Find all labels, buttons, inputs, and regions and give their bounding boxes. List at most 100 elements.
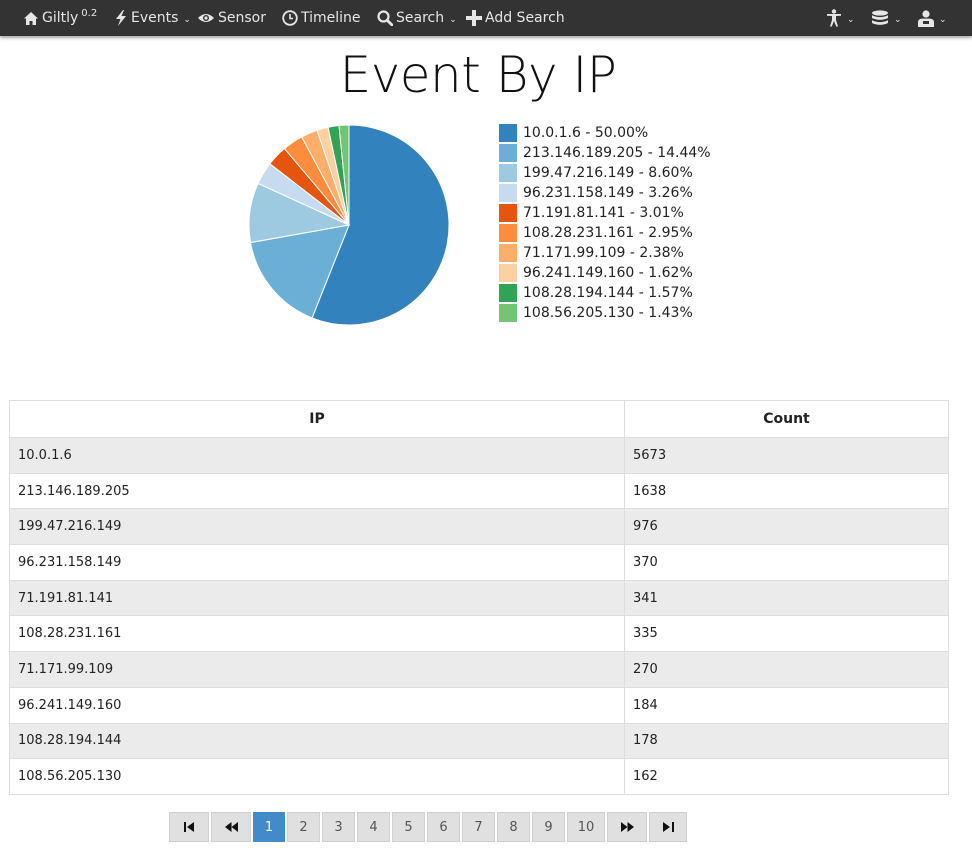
legend-item: 199.47.216.149 - 8.60% xyxy=(499,163,711,183)
legend-label: 71.191.81.141 - 3.01% xyxy=(523,205,684,221)
page-title: Event By IP xyxy=(339,46,617,104)
count-cell: 162 xyxy=(624,758,949,795)
legend-swatch xyxy=(499,144,517,162)
last-page-button[interactable] xyxy=(649,812,687,842)
search-icon xyxy=(377,10,393,26)
legend-item: 96.241.149.160 - 1.62% xyxy=(499,263,711,283)
legend-item: 108.56.205.130 - 1.43% xyxy=(499,303,711,323)
next-page-icon xyxy=(620,822,634,832)
next-page-button[interactable] xyxy=(607,812,647,842)
ip-cell: 108.28.231.161 xyxy=(9,615,625,653)
table-header-row: IP Count xyxy=(9,400,949,438)
database-dropdown[interactable]: ⌄ xyxy=(871,0,902,36)
chevron-down-icon: ⌄ xyxy=(449,15,457,25)
database-icon xyxy=(872,10,888,25)
table-row: 108.28.231.161 335 xyxy=(9,615,949,653)
legend-swatch xyxy=(499,304,517,322)
legend-label: 199.47.216.149 - 8.60% xyxy=(523,165,693,181)
sensor-link[interactable]: Sensor xyxy=(197,0,266,36)
events-label: Events xyxy=(131,10,179,26)
ip-cell: 199.47.216.149 xyxy=(9,508,625,546)
count-cell: 1638 xyxy=(624,472,949,510)
search-label: Search xyxy=(396,10,445,26)
legend-label: 96.231.158.149 - 3.26% xyxy=(523,185,693,201)
first-page-button[interactable] xyxy=(169,812,209,842)
legend-label: 10.0.1.6 - 50.00% xyxy=(523,125,649,141)
legend-swatch xyxy=(499,244,517,262)
legend-label: 96.241.149.160 - 1.62% xyxy=(523,265,693,281)
legend-item: 71.171.99.109 - 2.38% xyxy=(499,243,711,263)
chart-legend: 10.0.1.6 - 50.00% 213.146.189.205 - 14.44… xyxy=(499,123,711,323)
legend-label: 108.56.205.130 - 1.43% xyxy=(523,305,693,321)
ip-cell: 71.191.81.141 xyxy=(9,579,625,617)
chevron-down-icon: ⌄ xyxy=(847,15,855,25)
ip-cell: 71.171.99.109 xyxy=(9,651,625,688)
brand-link[interactable]: Giltly 0.2 xyxy=(23,0,97,36)
count-column-header[interactable]: Count xyxy=(624,400,949,438)
legend-item: 108.28.231.161 - 2.95% xyxy=(499,223,711,243)
top-navbar: Giltly 0.2 Events ⌄ Sensor Timeline Searc… xyxy=(0,0,972,36)
lightning-icon xyxy=(116,10,126,26)
page-button-8[interactable]: 8 xyxy=(497,812,530,842)
ip-cell: 96.241.149.160 xyxy=(9,686,625,724)
person-icon xyxy=(827,9,841,27)
previous-page-button[interactable] xyxy=(211,812,251,842)
page-button-2[interactable]: 2 xyxy=(287,812,320,842)
count-cell: 178 xyxy=(624,722,949,760)
table-row: 108.56.205.130 162 xyxy=(9,758,949,795)
table-row: 96.231.158.149 370 xyxy=(9,544,949,581)
page-button-1[interactable]: 1 xyxy=(253,812,285,842)
table-row: 10.0.1.6 5673 xyxy=(9,437,949,474)
page-button-10[interactable]: 10 xyxy=(567,812,605,842)
table-row: 96.241.149.160 184 xyxy=(9,686,949,724)
legend-item: 71.191.81.141 - 3.01% xyxy=(499,203,711,223)
ip-column-header[interactable]: IP xyxy=(9,400,625,438)
legend-swatch xyxy=(499,264,517,282)
page-button-5[interactable]: 5 xyxy=(392,812,425,842)
count-cell: 976 xyxy=(624,508,949,546)
last-page-icon xyxy=(662,822,674,832)
ip-cell: 96.231.158.149 xyxy=(9,544,625,581)
user-icon xyxy=(918,9,934,27)
user-dropdown[interactable]: ⌄ xyxy=(918,0,947,36)
legend-swatch xyxy=(499,184,517,202)
ip-count-table: IP Count 10.0.1.6 5673 213.146.189.205 1… xyxy=(9,400,949,795)
count-cell: 270 xyxy=(624,651,949,688)
first-page-icon xyxy=(183,822,194,832)
clock-icon xyxy=(282,10,298,26)
chevron-down-icon: ⌄ xyxy=(939,15,947,25)
brand-version: 0.2 xyxy=(81,7,98,19)
count-cell: 370 xyxy=(624,544,949,581)
timeline-label: Timeline xyxy=(301,10,361,26)
add-search-link[interactable]: Add Search xyxy=(466,0,565,36)
legend-item: 108.28.194.144 - 1.57% xyxy=(499,283,711,303)
table-row: 71.171.99.109 270 xyxy=(9,651,949,688)
ip-cell: 108.56.205.130 xyxy=(9,758,625,795)
legend-label: 71.171.99.109 - 2.38% xyxy=(523,245,684,261)
page-button-9[interactable]: 9 xyxy=(532,812,565,842)
brand-name: Giltly xyxy=(42,10,79,26)
chevron-down-icon: ⌄ xyxy=(183,15,191,25)
legend-swatch xyxy=(499,124,517,142)
add-search-label: Add Search xyxy=(485,10,565,26)
legend-item: 96.231.158.149 - 3.26% xyxy=(499,183,711,203)
count-cell: 341 xyxy=(624,579,949,617)
legend-item: 213.146.189.205 - 14.44% xyxy=(499,143,711,163)
legend-swatch xyxy=(499,164,517,182)
table-row: 108.28.194.144 178 xyxy=(9,722,949,760)
accessibility-dropdown[interactable]: ⌄ xyxy=(826,0,855,36)
events-dropdown[interactable]: Events ⌄ xyxy=(114,0,191,36)
eye-icon xyxy=(198,14,214,22)
legend-swatch xyxy=(499,224,517,242)
home-icon xyxy=(24,11,38,25)
plus-icon xyxy=(466,10,482,26)
timeline-link[interactable]: Timeline xyxy=(282,0,361,36)
table-row: 199.47.216.149 976 xyxy=(9,508,949,546)
page-button-4[interactable]: 4 xyxy=(357,812,390,842)
page-button-7[interactable]: 7 xyxy=(462,812,495,842)
page-button-6[interactable]: 6 xyxy=(427,812,460,842)
search-dropdown[interactable]: Search ⌄ xyxy=(377,0,457,36)
table-row: 71.191.81.141 341 xyxy=(9,579,949,617)
previous-page-icon xyxy=(224,822,238,832)
page-button-3[interactable]: 3 xyxy=(322,812,355,842)
